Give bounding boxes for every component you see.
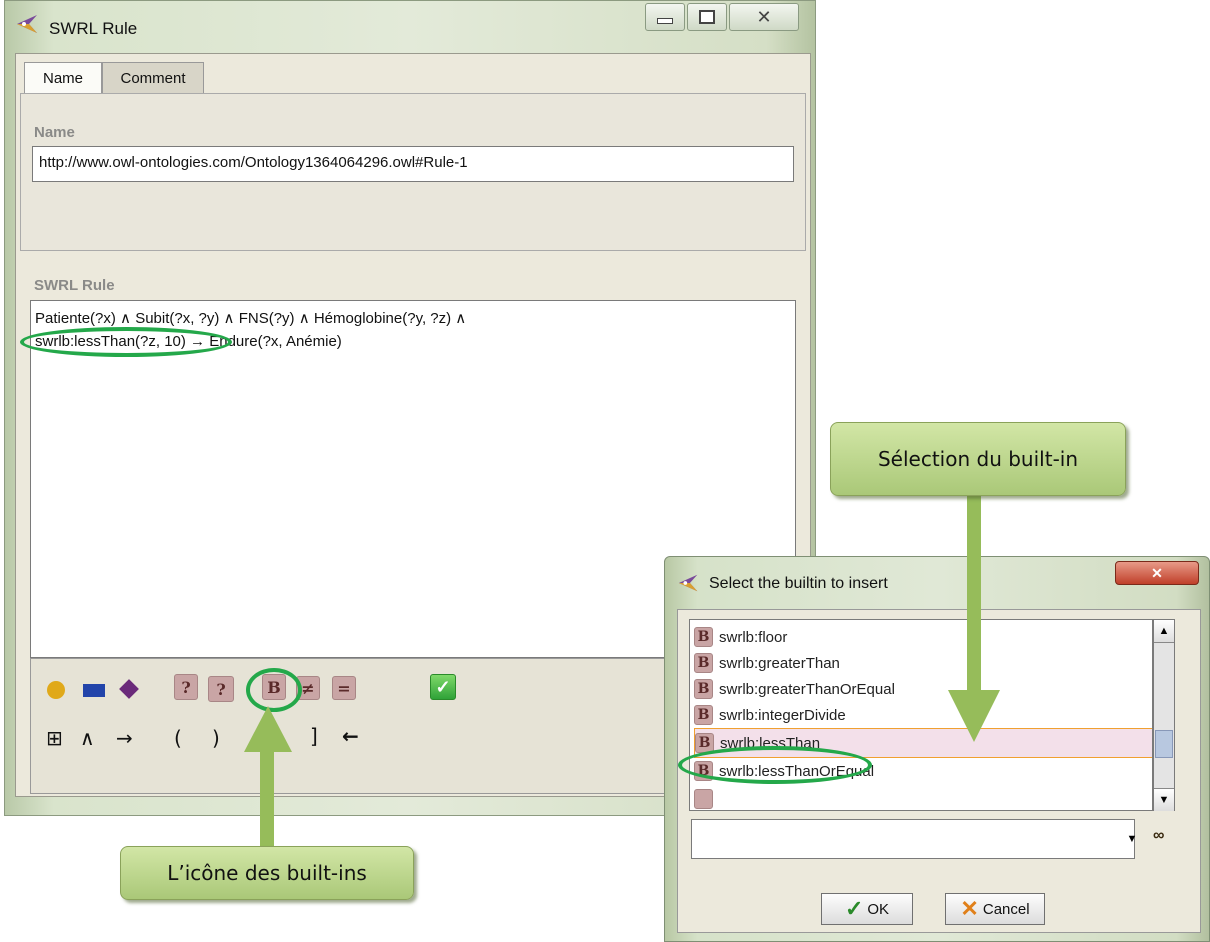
- protege-logo-icon: [15, 11, 41, 37]
- list-item-partial: [694, 786, 1152, 810]
- callout-builtin-icon: L’icône des built-ins: [120, 846, 414, 900]
- maximize-icon: [699, 10, 715, 24]
- same-as-icon[interactable]: =: [332, 676, 356, 700]
- right-bracket-button[interactable]: ]: [310, 724, 318, 748]
- builtin-badge-icon: B: [694, 627, 713, 647]
- maximize-button[interactable]: [687, 3, 727, 31]
- right-paren-button[interactable]: ): [212, 726, 220, 750]
- builtin-badge-icon: [694, 789, 713, 809]
- close-button[interactable]: ✕: [729, 3, 799, 31]
- add-variable-icon[interactable]: ?: [208, 676, 234, 702]
- cancel-button[interactable]: ✕ Cancel: [945, 893, 1045, 925]
- individual-icon[interactable]: [118, 678, 140, 700]
- left-paren-button[interactable]: (: [174, 726, 182, 750]
- close-icon: ✕: [1151, 564, 1163, 581]
- swrl-rule-label: SWRL Rule: [34, 277, 115, 294]
- backspace-button[interactable]: ←: [342, 724, 359, 748]
- builtin-badge-icon: B: [694, 653, 713, 673]
- builtin-badge-icon: B: [694, 679, 713, 699]
- protege-logo-icon: [677, 571, 701, 595]
- callout-builtin-selection: Sélection du built-in: [830, 422, 1126, 496]
- builtin-badge-icon: B: [694, 705, 713, 725]
- chevron-down-icon[interactable]: ▼: [1121, 819, 1143, 859]
- rule-line-1: Patiente(?x) ∧ Subit(?x, ?y) ∧ FNS(?y) ∧…: [35, 310, 467, 327]
- check-rule-icon[interactable]: ✓: [430, 674, 456, 700]
- tab-comment[interactable]: Comment: [102, 62, 204, 94]
- builtin-search-input[interactable]: [691, 819, 1135, 859]
- arrow-to-builtin-icon: [244, 706, 292, 852]
- list-item[interactable]: Bswrlb:integerDivide: [694, 702, 1152, 728]
- name-label: Name: [34, 124, 75, 141]
- list-item[interactable]: Bswrlb:floor: [694, 624, 1152, 650]
- table-icon[interactable]: ⊞: [46, 726, 63, 750]
- binoculars-icon[interactable]: ∞: [1153, 827, 1164, 845]
- property-icon[interactable]: [82, 680, 106, 700]
- dialog-title: Select the builtin to insert: [709, 575, 888, 592]
- list-item[interactable]: Bswrlb:greaterThanOrEqual: [694, 676, 1152, 702]
- checkmark-icon: ✓: [844, 896, 864, 921]
- class-icon[interactable]: [46, 680, 66, 700]
- list-item[interactable]: Bswrlb:greaterThan: [694, 650, 1152, 676]
- selected-builtin-highlight: [678, 746, 872, 784]
- minimize-button[interactable]: [645, 3, 685, 31]
- cancel-x-icon: ✕: [960, 896, 979, 921]
- ok-button[interactable]: ✓ OK: [821, 893, 913, 925]
- arrow-to-selected-builtin: [948, 496, 1000, 742]
- tab-name[interactable]: Name: [24, 62, 102, 94]
- close-icon: ✕: [756, 6, 772, 27]
- scroll-up-icon[interactable]: ▲: [1154, 620, 1174, 643]
- dialog-close-button[interactable]: ✕: [1115, 561, 1199, 585]
- builtin-atom-highlight: [20, 327, 232, 357]
- window-title: SWRL Rule: [49, 19, 138, 38]
- list-scrollbar[interactable]: ▲ ▼: [1153, 619, 1175, 811]
- implies-button[interactable]: →: [116, 726, 133, 750]
- and-button[interactable]: ∧: [80, 726, 95, 750]
- scroll-thumb[interactable]: [1155, 730, 1173, 758]
- variable-wizard-icon[interactable]: ?: [174, 674, 198, 700]
- minimize-icon: [657, 18, 673, 24]
- scroll-down-icon[interactable]: ▼: [1154, 788, 1174, 811]
- name-field[interactable]: http://www.owl-ontologies.com/Ontology13…: [32, 146, 794, 182]
